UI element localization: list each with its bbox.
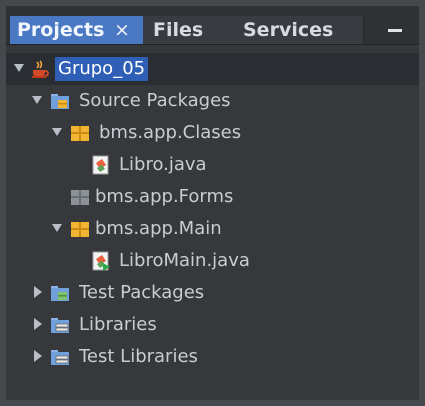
- tree-node-root[interactable]: Grupo_05: [6, 53, 419, 85]
- tree-node-label: Test Packages: [79, 282, 205, 303]
- tab-files[interactable]: Files: [143, 16, 235, 44]
- tab-services-label: Services: [243, 19, 334, 41]
- expand-arrow-icon[interactable]: [52, 128, 62, 136]
- tree-node-test-packages[interactable]: Test Packages: [6, 277, 419, 309]
- close-icon[interactable]: ×: [114, 16, 130, 44]
- tree-node-libraries[interactable]: Libraries: [6, 309, 419, 341]
- tree-node-label: Grupo_05: [55, 57, 149, 81]
- tab-projects[interactable]: Projects ×: [10, 16, 143, 44]
- expand-arrow-icon[interactable]: [52, 224, 62, 232]
- tab-services[interactable]: Services: [235, 16, 363, 44]
- collapse-arrow-icon[interactable]: [34, 318, 42, 330]
- tree-node-label: Test Libraries: [79, 346, 198, 367]
- test-folder-icon: [51, 286, 69, 301]
- tab-bar: Projects × Files Services: [6, 6, 419, 45]
- tree-node-label: Libro.java: [119, 154, 207, 175]
- empty-package-icon: [71, 190, 89, 205]
- package-icon: [71, 126, 89, 141]
- tree-node-file-libromain[interactable]: LibroMain.java: [6, 245, 419, 277]
- tree-node-label: Source Packages: [79, 90, 231, 111]
- collapse-arrow-icon[interactable]: [34, 286, 42, 298]
- tree-node-file-libro[interactable]: Libro.java: [6, 149, 419, 181]
- test-libraries-icon: [51, 350, 69, 365]
- tab-projects-label: Projects: [17, 19, 105, 41]
- minimize-icon[interactable]: [388, 29, 402, 32]
- tab-divider: [363, 16, 364, 44]
- tree-node-package-main[interactable]: bms.app.Main: [6, 213, 419, 245]
- tree-node-package-forms[interactable]: bms.app.Forms: [6, 181, 419, 213]
- tree-node-label: LibroMain.java: [119, 250, 250, 271]
- tab-files-label: Files: [153, 19, 204, 41]
- project-tree: Grupo_05 Source Packages bms.app.Clases: [6, 45, 419, 400]
- java-file-icon: [92, 155, 109, 175]
- tree-node-test-libraries[interactable]: Test Libraries: [6, 341, 419, 373]
- source-folder-icon: [51, 94, 69, 109]
- tree-node-label: bms.app.Clases: [99, 122, 242, 143]
- expand-arrow-icon[interactable]: [14, 64, 24, 72]
- expand-arrow-icon[interactable]: [32, 96, 42, 104]
- tree-node-label: Libraries: [79, 314, 157, 335]
- tree-node-label: bms.app.Main: [95, 218, 222, 239]
- collapse-arrow-icon[interactable]: [34, 350, 42, 362]
- tree-node-source-packages[interactable]: Source Packages: [6, 85, 419, 117]
- tree-node-package-clases[interactable]: bms.app.Clases: [6, 117, 419, 149]
- tree-node-label: bms.app.Forms: [95, 186, 234, 207]
- java-project-icon: [32, 60, 49, 78]
- libraries-icon: [51, 318, 69, 333]
- projects-panel: Projects × Files Services Grupo_05 Sourc…: [0, 0, 425, 406]
- java-main-file-icon: [92, 251, 110, 271]
- package-icon: [71, 222, 89, 237]
